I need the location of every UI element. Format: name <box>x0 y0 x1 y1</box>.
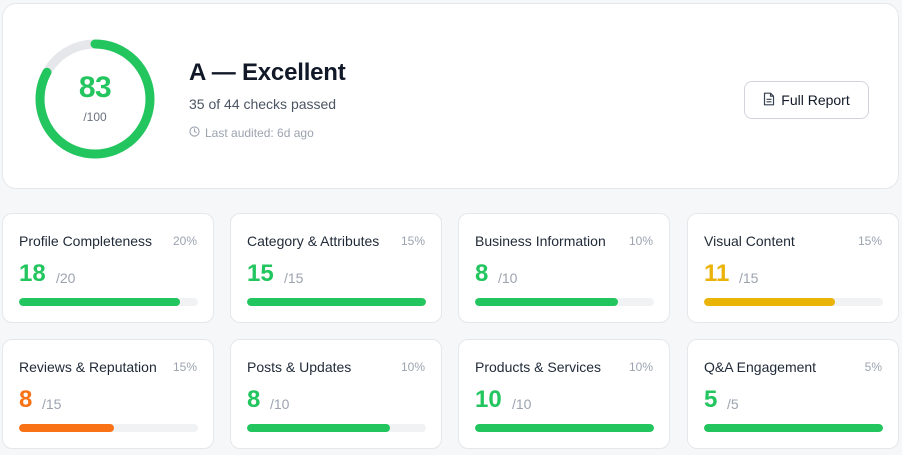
category-score: 11 <box>704 260 730 287</box>
category-max: /10 <box>498 270 518 286</box>
category-progress-bar <box>19 424 198 432</box>
category-weight: 10% <box>628 360 653 374</box>
category-max: /10 <box>270 396 290 412</box>
category-progress-fill <box>475 424 654 432</box>
category-score: 5 <box>704 386 718 413</box>
category-card[interactable]: Visual Content 15% 11 /15 <box>687 213 899 323</box>
category-progress-fill <box>19 298 181 306</box>
category-max: /15 <box>284 270 304 286</box>
category-card[interactable]: Category & Attributes 15% 15 /15 <box>230 213 442 323</box>
category-score: 8 <box>475 260 489 287</box>
category-weight: 15% <box>172 360 197 374</box>
category-card[interactable]: Business Information 10% 8 /10 <box>458 213 670 323</box>
category-progress-fill <box>475 298 619 306</box>
score-gauge: 83 /100 <box>33 37 157 161</box>
category-card[interactable]: Products & Services 10% 10 /10 <box>458 339 670 449</box>
document-icon <box>763 92 775 109</box>
category-progress-bar <box>19 298 198 306</box>
category-score: 10 <box>475 386 502 413</box>
category-name: Visual Content <box>704 233 795 249</box>
checks-passed-text: 35 of 44 checks passed <box>189 96 337 112</box>
category-weight: 5% <box>864 360 882 374</box>
category-progress-fill <box>19 424 115 432</box>
category-weight: 15% <box>400 234 425 248</box>
category-name: Posts & Updates <box>247 359 352 375</box>
category-card[interactable]: Q&A Engagement 5% 5 /5 <box>687 339 899 449</box>
clock-icon <box>189 126 200 140</box>
category-card[interactable]: Posts & Updates 10% 8 /10 <box>230 339 442 449</box>
category-progress-bar <box>704 424 883 432</box>
overall-score-max: /100 <box>83 110 107 124</box>
category-card[interactable]: Reviews & Reputation 15% 8 /15 <box>2 339 214 449</box>
category-name: Reviews & Reputation <box>19 359 157 375</box>
category-progress-fill <box>704 424 883 432</box>
category-name: Profile Completeness <box>19 233 153 249</box>
category-progress-bar <box>704 298 883 306</box>
category-progress-fill <box>247 298 426 306</box>
category-name: Q&A Engagement <box>704 359 817 375</box>
category-max: /20 <box>56 270 76 286</box>
category-weight: 10% <box>628 234 653 248</box>
category-progress-bar <box>247 424 426 432</box>
category-weight: 20% <box>172 234 197 248</box>
category-max: /10 <box>512 396 532 412</box>
category-score: 8 <box>19 386 33 413</box>
last-audited: Last audited: 6d ago <box>189 126 314 140</box>
category-max: /5 <box>727 396 739 412</box>
category-max: /15 <box>739 270 759 286</box>
category-progress-fill <box>247 424 391 432</box>
category-name: Products & Services <box>475 359 602 375</box>
category-progress-bar <box>475 424 654 432</box>
score-summary-card: 83 /100 A — Excellent 35 of 44 checks pa… <box>2 3 899 189</box>
category-card[interactable]: Profile Completeness 20% 18 /20 <box>2 213 214 323</box>
category-name: Business Information <box>475 233 606 249</box>
last-audited-text: Last audited: 6d ago <box>205 126 314 140</box>
grade-title: A — Excellent <box>189 59 346 86</box>
category-weight: 10% <box>400 360 425 374</box>
category-progress-fill <box>704 298 836 306</box>
category-score: 15 <box>247 260 274 287</box>
category-name: Category & Attributes <box>247 233 380 249</box>
category-weight: 15% <box>857 234 882 248</box>
category-progress-bar <box>247 298 426 306</box>
category-score: 18 <box>19 260 46 287</box>
full-report-button[interactable]: Full Report <box>744 81 869 119</box>
full-report-label: Full Report <box>781 92 850 108</box>
category-score: 8 <box>247 386 261 413</box>
category-progress-bar <box>475 298 654 306</box>
category-max: /15 <box>42 396 62 412</box>
overall-score: 83 <box>78 71 112 104</box>
